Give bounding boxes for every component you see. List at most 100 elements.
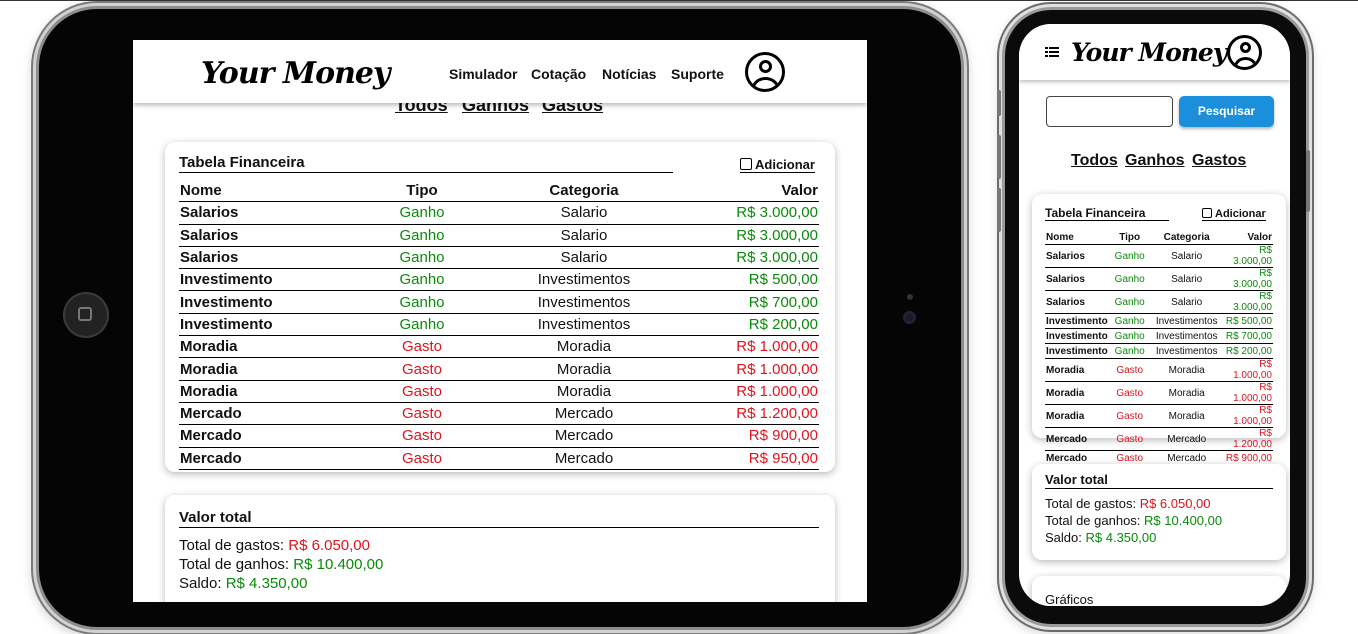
table-row: Mercado Gasto Mercado R$ 1.200,00 [179, 402, 819, 426]
cell-nome: Investimento [179, 290, 331, 314]
volume-down-button [997, 188, 1001, 232]
table-row: Investimento Ganho Investimentos R$ 200,00 [179, 313, 819, 337]
cell-tipo: Gasto [331, 402, 513, 426]
cell-nome: Investimento [1045, 343, 1109, 359]
search-input[interactable] [1046, 96, 1173, 127]
cell-categoria: Salario [1150, 267, 1223, 291]
add-icon [740, 158, 752, 170]
table-title-mobile: Tabela Financeira [1045, 206, 1169, 221]
add-icon-mobile [1202, 208, 1212, 218]
cell-valor: R$ 500,00 [655, 268, 819, 292]
mute-switch [997, 90, 1001, 116]
cell-nome: Mercado [179, 447, 331, 470]
financial-table-card-mobile: Tabela Financeira Adicionar Nome Tipo Ca… [1032, 194, 1286, 481]
cell-tipo: Ganho [331, 268, 513, 292]
cell-valor: R$ 200,00 [1222, 343, 1273, 359]
table-row: Moradia Gasto Moradia R$ 1.000,00 [179, 380, 819, 403]
cell-tipo: Ganho [1108, 244, 1151, 268]
cell-valor: R$ 700,00 [655, 290, 819, 314]
add-button-mobile[interactable]: Adicionar [1202, 208, 1266, 221]
table-row: Investimento Ganho Investimentos R$ 200,00 [1045, 343, 1273, 359]
cell-nome: Moradia [1045, 358, 1109, 382]
table-row: Salarios Ganho Salario R$ 3.000,00 [1045, 290, 1273, 314]
cell-valor: R$ 1.200,00 [655, 402, 819, 426]
cell-nome: Salarios [179, 246, 331, 270]
cell-valor: R$ 1.000,00 [1222, 381, 1273, 405]
nav-suporte[interactable]: Suporte [671, 66, 724, 82]
table-body: Salarios Ganho Salario R$ 3.000,00 Salarios G… [179, 201, 819, 470]
user-icon[interactable] [745, 52, 785, 92]
col-nome: Nome [179, 180, 331, 203]
cell-valor: R$ 1.200,00 [1222, 427, 1273, 451]
cell-valor: R$ 1.000,00 [655, 357, 819, 381]
cell-valor: R$ 950,00 [655, 447, 819, 470]
charts-title: Gráficos [1045, 592, 1094, 606]
financial-table: Nome Tipo Categoria Valor Salarios Ganho S… [179, 180, 819, 470]
nav-cotacao[interactable]: Cotação [531, 66, 586, 82]
filter-todos-mobile[interactable]: Todos [1071, 152, 1118, 170]
cell-categoria: Investimentos [513, 290, 655, 314]
filter-gastos-mobile[interactable]: Gastos [1192, 152, 1246, 170]
table-row: MercadoGastoMercadoR$ 950,00 [179, 447, 819, 470]
filter-ganhos-mobile[interactable]: Ganhos [1125, 152, 1185, 170]
user-icon-mobile[interactable] [1227, 35, 1262, 70]
cell-nome: Investimento [1045, 328, 1109, 344]
cell-valor: R$ 1.000,00 [1222, 404, 1273, 428]
cell-valor: R$ 3.000,00 [1222, 290, 1273, 314]
total-ganhos-mobile: Total de ganhos: R$ 10.400,00 [1045, 513, 1223, 528]
cell-categoria: Investimentos [513, 313, 655, 337]
cell-categoria: Mercado [1150, 427, 1223, 451]
financial-table-card: Tabela Financeira Adicionar Nome Tipo Ca… [165, 142, 835, 472]
cell-nome: Mercado [179, 424, 331, 448]
cell-categoria: Salario [513, 246, 655, 270]
total-gastos: Total de gastos: R$ 6.050,00 [179, 537, 370, 554]
sensor-dot [907, 294, 913, 300]
power-button [1306, 150, 1310, 212]
nav-noticias[interactable]: Notícias [602, 66, 656, 82]
cell-categoria: Investimentos [513, 268, 655, 292]
cell-categoria: Mercado [513, 424, 655, 448]
cell-nome: Moradia [1045, 404, 1109, 428]
cell-categoria: Moradia [513, 357, 655, 381]
add-button[interactable]: Adicionar [740, 157, 815, 173]
table-row: Salarios Ganho Salario R$ 3.000,00 [179, 224, 819, 247]
col-nome-mobile: Nome [1045, 230, 1109, 245]
cell-categoria: Salario [1150, 290, 1223, 314]
cell-valor: R$ 3.000,00 [655, 224, 819, 247]
cell-categoria: Investimentos [1150, 328, 1223, 344]
cell-nome: Moradia [179, 357, 331, 381]
cell-valor: R$ 3.000,00 [1222, 267, 1273, 291]
brand-logo-mobile[interactable]: Your Money [1071, 38, 1227, 67]
search-button[interactable]: Pesquisar [1179, 96, 1274, 127]
cell-nome: Investimento [179, 268, 331, 292]
nav-simulador[interactable]: Simulador [449, 66, 517, 82]
cell-categoria: Moradia [1150, 404, 1223, 428]
cell-categoria: Moradia [513, 335, 655, 359]
cell-tipo: Gasto [331, 424, 513, 448]
brand-logo[interactable]: Your Money [201, 56, 390, 91]
table-row: Investimento Ganho Investimentos R$ 700,00 [179, 290, 819, 314]
table-row: Salarios Ganho Salario R$ 3.000,00 [179, 246, 819, 270]
cell-categoria: Moradia [513, 380, 655, 403]
cell-valor: R$ 3.000,00 [655, 201, 819, 225]
col-valor: Valor [655, 180, 819, 203]
tablet-screen: Your Money Simulador Cotação Notícias Su… [133, 40, 867, 602]
table-title: Tabela Financeira [179, 154, 673, 173]
charts-card-mobile: Gráficos [1032, 576, 1286, 606]
col-tipo-mobile: Tipo [1108, 230, 1151, 245]
cell-valor: R$ 3.000,00 [1222, 244, 1273, 268]
saldo-value: R$ 4.350,00 [225, 575, 308, 592]
table-row: Moradia Gasto Moradia R$ 1.000,00 [1045, 381, 1273, 405]
cell-tipo: Ganho [331, 246, 513, 270]
menu-icon[interactable] [1045, 47, 1059, 57]
cell-valor: R$ 1.000,00 [1222, 358, 1273, 382]
table-row: Mercado Gasto Mercado R$ 1.200,00 [1045, 427, 1273, 451]
cell-nome: Mercado [179, 402, 331, 426]
home-button[interactable] [63, 292, 109, 338]
summary-title-mobile: Valor total [1045, 472, 1273, 489]
cell-tipo: Gasto [331, 357, 513, 381]
cell-tipo: Ganho [331, 290, 513, 314]
cell-valor: R$ 500,00 [1222, 313, 1273, 329]
total-ganhos: Total de ganhos: R$ 10.400,00 [179, 556, 384, 573]
table-row: Moradia Gasto Moradia R$ 1.000,00 [179, 357, 819, 381]
